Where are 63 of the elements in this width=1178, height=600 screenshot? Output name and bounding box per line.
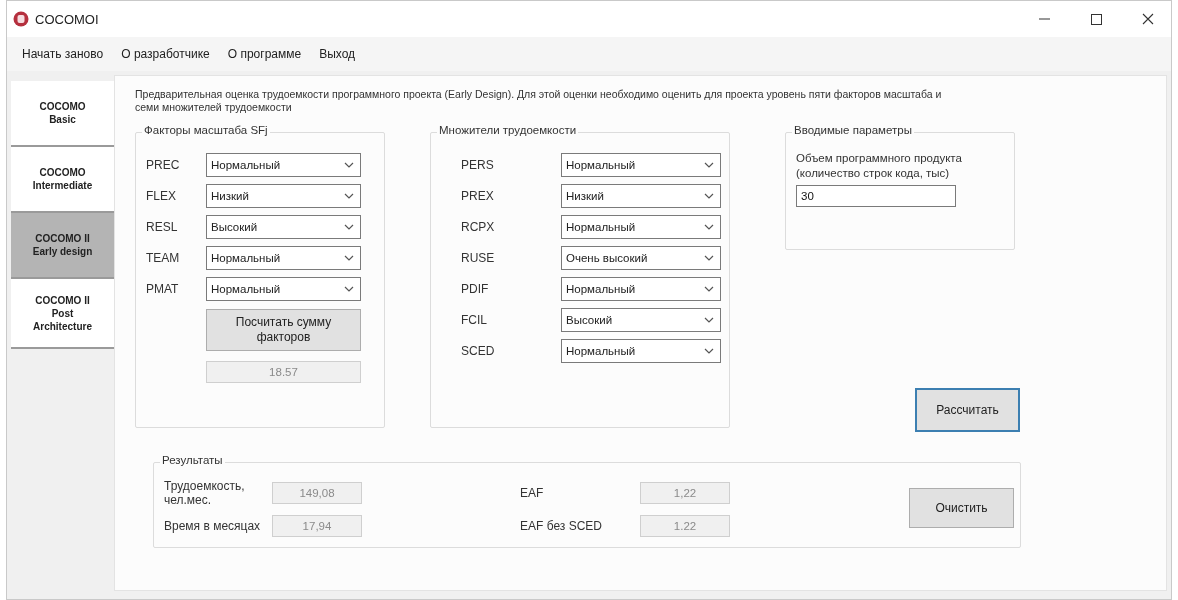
menu-item[interactable]: О программе	[218, 44, 311, 64]
dropdown[interactable]: Нормальный	[561, 215, 721, 240]
chevron-down-icon	[344, 162, 354, 169]
maximize-icon	[1090, 13, 1102, 25]
field-label: PREX	[461, 189, 495, 204]
chevron-down-icon	[704, 348, 714, 355]
field-label: Трудоемкость, чел.мес.	[164, 479, 246, 508]
dropdown[interactable]: Низкий	[206, 184, 361, 209]
chevron-down-icon	[344, 286, 354, 293]
field-label: EAF без SCED	[520, 519, 603, 534]
chevron-down-icon	[704, 162, 714, 169]
dropdown[interactable]: Нормальный	[561, 277, 721, 302]
menu-item[interactable]: Начать заново	[13, 44, 113, 64]
close-icon	[1142, 13, 1154, 25]
field-label: FLEX	[146, 189, 177, 204]
group-title: Результаты	[160, 454, 225, 467]
dropdown[interactable]: Высокий	[206, 215, 361, 240]
description-text: Предварительная оценка трудоемкости программного проекта (Early Design). Для этой оценки необходимо оценить для проекта уровень пяти факторов масштаба и семи множителей трудоемкости	[135, 88, 943, 115]
chevron-down-icon	[704, 255, 714, 262]
sum-factors-button[interactable]: Посчитать сумму факторов	[206, 309, 361, 352]
menu-item[interactable]: Выход	[310, 44, 365, 64]
chevron-down-icon	[344, 224, 354, 231]
dropdown[interactable]: Очень высокий	[561, 246, 721, 271]
field-label: RESL	[146, 220, 179, 235]
field-label: RCPX	[461, 220, 496, 235]
chevron-down-icon	[344, 255, 354, 262]
chevron-down-icon	[704, 224, 714, 231]
minimize-icon	[1038, 18, 1050, 20]
dropdown[interactable]: Нормальный	[206, 153, 361, 178]
dropdown[interactable]: Высокий	[561, 308, 721, 333]
chevron-down-icon	[704, 286, 714, 293]
dropdown[interactable]: Нормальный	[206, 246, 361, 271]
field-label: RUSE	[461, 251, 496, 266]
field-label: PMAT	[146, 282, 180, 297]
side-tab[interactable]: COCOMO Basic	[11, 81, 114, 147]
field-label: SCED	[461, 344, 496, 359]
dropdown[interactable]: Низкий	[561, 184, 721, 209]
side-tab[interactable]: COCOMO II Post Architecture	[11, 279, 114, 349]
field-label: Время в месяцах	[164, 519, 262, 534]
chevron-down-icon	[704, 317, 714, 324]
field-label: PREC	[146, 158, 181, 173]
field-label: PERS	[461, 158, 495, 173]
window-title: COCOMOI	[35, 11, 100, 27]
field-label: TEAM	[146, 251, 181, 266]
dropdown[interactable]: Нормальный	[561, 339, 721, 364]
clear-button[interactable]: Очистить	[909, 488, 1014, 529]
field-label: EAF	[520, 486, 545, 501]
field-label: FCIL	[461, 313, 488, 328]
app-icon	[13, 11, 29, 27]
menu-item[interactable]: О разработчике	[112, 44, 219, 64]
dropdown[interactable]: Нормальный	[206, 277, 361, 302]
calculate-button[interactable]: Рассчитать	[915, 388, 1020, 433]
group-title: Факторы масштаба SFj	[142, 124, 270, 137]
field-label: Объем программного продукта (количество строк кода, тыс)	[796, 151, 963, 182]
side-tab[interactable]: COCOMO Intermediate	[11, 147, 114, 213]
group-title: Вводимые параметры	[792, 124, 914, 137]
field-label: PDIF	[461, 282, 490, 297]
chevron-down-icon	[704, 193, 714, 200]
group-title: Множители трудоемкости	[437, 124, 579, 137]
chevron-down-icon	[344, 193, 354, 200]
dropdown[interactable]: Нормальный	[561, 153, 721, 178]
input-field[interactable]: 30	[796, 185, 956, 208]
side-tab[interactable]: COCOMO II Early design	[11, 213, 114, 279]
